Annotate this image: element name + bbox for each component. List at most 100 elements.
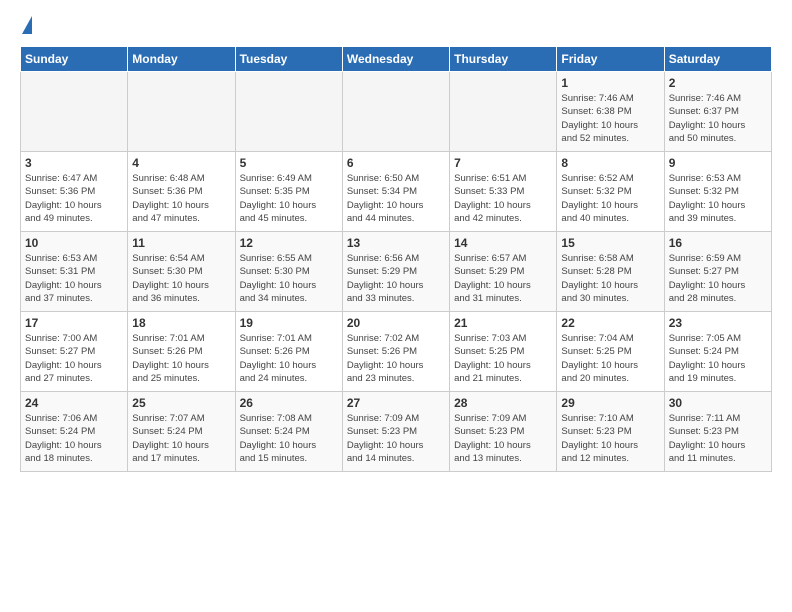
calendar-cell — [21, 72, 128, 152]
weekday-header-saturday: Saturday — [664, 47, 771, 72]
day-number: 6 — [347, 156, 445, 170]
calendar-cell: 16Sunrise: 6:59 AMSunset: 5:27 PMDayligh… — [664, 232, 771, 312]
calendar-cell: 13 Sunrise: 6:56 AMSunset: 5:29 PMDayligh… — [342, 232, 449, 312]
calendar-cell: 1 Sunrise: 7:46 AMSunset: 6:38 PMDaylight… — [557, 72, 664, 152]
day-number: 11 — [132, 236, 230, 250]
calendar-cell — [342, 72, 449, 152]
calendar-cell: 10Sunrise: 6:53 AMSunset: 5:31 PMDayligh… — [21, 232, 128, 312]
day-number: 25 — [132, 396, 230, 410]
day-number: 26 — [240, 396, 338, 410]
calendar-cell: 4 Sunrise: 6:48 AMSunset: 5:36 PMDaylight… — [128, 152, 235, 232]
day-info: Sunrise: 6:49 AMSunset: 5:35 PMDaylight:… — [240, 172, 338, 225]
day-info: Sunrise: 7:46 AMSunset: 6:38 PMDaylight:… — [561, 92, 659, 145]
weekday-header-sunday: Sunday — [21, 47, 128, 72]
day-number: 7 — [454, 156, 552, 170]
calendar-cell: 8 Sunrise: 6:52 AMSunset: 5:32 PMDaylight… — [557, 152, 664, 232]
day-number: 13 — [347, 236, 445, 250]
calendar-cell: 2 Sunrise: 7:46 AMSunset: 6:37 PMDaylight… — [664, 72, 771, 152]
day-number: 24 — [25, 396, 123, 410]
calendar-cell — [235, 72, 342, 152]
day-info: Sunrise: 7:00 AMSunset: 5:27 PMDaylight:… — [25, 332, 123, 385]
calendar-cell: 15 Sunrise: 6:58 AMSunset: 5:28 PMDayligh… — [557, 232, 664, 312]
logo — [20, 16, 32, 36]
day-info: Sunrise: 6:55 AMSunset: 5:30 PMDaylight:… — [240, 252, 338, 305]
calendar-cell: 7 Sunrise: 6:51 AMSunset: 5:33 PMDaylight… — [450, 152, 557, 232]
calendar-cell: 28 Sunrise: 7:09 AMSunset: 5:23 PMDayligh… — [450, 392, 557, 472]
calendar-cell — [128, 72, 235, 152]
day-number: 10 — [25, 236, 123, 250]
day-number: 5 — [240, 156, 338, 170]
day-number: 14 — [454, 236, 552, 250]
day-info: Sunrise: 7:01 AMSunset: 5:26 PMDaylight:… — [132, 332, 230, 385]
day-number: 8 — [561, 156, 659, 170]
calendar-cell: 27 Sunrise: 7:09 AMSunset: 5:23 PMDayligh… — [342, 392, 449, 472]
day-number: 27 — [347, 396, 445, 410]
logo-triangle-icon — [22, 16, 32, 34]
day-info: Sunrise: 7:06 AMSunset: 5:24 PMDaylight:… — [25, 412, 123, 465]
day-info: Sunrise: 7:02 AMSunset: 5:26 PMDaylight:… — [347, 332, 445, 385]
day-info: Sunrise: 7:08 AMSunset: 5:24 PMDaylight:… — [240, 412, 338, 465]
weekday-header-friday: Friday — [557, 47, 664, 72]
day-info: Sunrise: 7:09 AMSunset: 5:23 PMDaylight:… — [454, 412, 552, 465]
day-number: 20 — [347, 316, 445, 330]
calendar-cell: 29Sunrise: 7:10 AMSunset: 5:23 PMDayligh… — [557, 392, 664, 472]
day-info: Sunrise: 7:07 AMSunset: 5:24 PMDaylight:… — [132, 412, 230, 465]
weekday-header-wednesday: Wednesday — [342, 47, 449, 72]
day-info: Sunrise: 6:47 AMSunset: 5:36 PMDaylight:… — [25, 172, 123, 225]
calendar-week-row: 10Sunrise: 6:53 AMSunset: 5:31 PMDayligh… — [21, 232, 772, 312]
day-info: Sunrise: 7:05 AMSunset: 5:24 PMDaylight:… — [669, 332, 767, 385]
calendar-cell: 18 Sunrise: 7:01 AMSunset: 5:26 PMDayligh… — [128, 312, 235, 392]
calendar-cell: 11 Sunrise: 6:54 AMSunset: 5:30 PMDayligh… — [128, 232, 235, 312]
page: SundayMondayTuesdayWednesdayThursdayFrid… — [0, 0, 792, 612]
day-number: 23 — [669, 316, 767, 330]
day-number: 17 — [25, 316, 123, 330]
calendar-cell: 25 Sunrise: 7:07 AMSunset: 5:24 PMDayligh… — [128, 392, 235, 472]
day-info: Sunrise: 6:58 AMSunset: 5:28 PMDaylight:… — [561, 252, 659, 305]
calendar-cell: 30 Sunrise: 7:11 AMSunset: 5:23 PMDayligh… — [664, 392, 771, 472]
header — [20, 16, 772, 36]
day-number: 28 — [454, 396, 552, 410]
calendar-cell: 24 Sunrise: 7:06 AMSunset: 5:24 PMDayligh… — [21, 392, 128, 472]
day-number: 1 — [561, 76, 659, 90]
calendar-week-row: 17 Sunrise: 7:00 AMSunset: 5:27 PMDayligh… — [21, 312, 772, 392]
day-info: Sunrise: 7:04 AMSunset: 5:25 PMDaylight:… — [561, 332, 659, 385]
weekday-header-monday: Monday — [128, 47, 235, 72]
calendar-week-row: 1 Sunrise: 7:46 AMSunset: 6:38 PMDaylight… — [21, 72, 772, 152]
calendar-cell: 23 Sunrise: 7:05 AMSunset: 5:24 PMDayligh… — [664, 312, 771, 392]
day-info: Sunrise: 6:56 AMSunset: 5:29 PMDaylight:… — [347, 252, 445, 305]
day-info: Sunrise: 6:52 AMSunset: 5:32 PMDaylight:… — [561, 172, 659, 225]
day-info: Sunrise: 6:51 AMSunset: 5:33 PMDaylight:… — [454, 172, 552, 225]
day-number: 18 — [132, 316, 230, 330]
day-number: 2 — [669, 76, 767, 90]
calendar-cell: 14 Sunrise: 6:57 AMSunset: 5:29 PMDayligh… — [450, 232, 557, 312]
day-number: 19 — [240, 316, 338, 330]
day-info: Sunrise: 7:01 AMSunset: 5:26 PMDaylight:… — [240, 332, 338, 385]
day-number: 9 — [669, 156, 767, 170]
calendar-cell: 21Sunrise: 7:03 AMSunset: 5:25 PMDayligh… — [450, 312, 557, 392]
calendar-cell: 20 Sunrise: 7:02 AMSunset: 5:26 PMDayligh… — [342, 312, 449, 392]
weekday-header-thursday: Thursday — [450, 47, 557, 72]
day-info: Sunrise: 7:11 AMSunset: 5:23 PMDaylight:… — [669, 412, 767, 465]
day-number: 15 — [561, 236, 659, 250]
day-info: Sunrise: 7:46 AMSunset: 6:37 PMDaylight:… — [669, 92, 767, 145]
day-info: Sunrise: 7:09 AMSunset: 5:23 PMDaylight:… — [347, 412, 445, 465]
day-info: Sunrise: 6:53 AMSunset: 5:32 PMDaylight:… — [669, 172, 767, 225]
weekday-header-row: SundayMondayTuesdayWednesdayThursdayFrid… — [21, 47, 772, 72]
calendar-cell: 19 Sunrise: 7:01 AMSunset: 5:26 PMDayligh… — [235, 312, 342, 392]
day-number: 22 — [561, 316, 659, 330]
day-info: Sunrise: 6:57 AMSunset: 5:29 PMDaylight:… — [454, 252, 552, 305]
calendar-cell: 17 Sunrise: 7:00 AMSunset: 5:27 PMDayligh… — [21, 312, 128, 392]
day-info: Sunrise: 6:54 AMSunset: 5:30 PMDaylight:… — [132, 252, 230, 305]
day-info: Sunrise: 6:48 AMSunset: 5:36 PMDaylight:… — [132, 172, 230, 225]
calendar-header: SundayMondayTuesdayWednesdayThursdayFrid… — [21, 47, 772, 72]
calendar-week-row: 3Sunrise: 6:47 AMSunset: 5:36 PMDaylight… — [21, 152, 772, 232]
day-number: 30 — [669, 396, 767, 410]
calendar-body: 1 Sunrise: 7:46 AMSunset: 6:38 PMDaylight… — [21, 72, 772, 472]
day-number: 4 — [132, 156, 230, 170]
calendar-cell: 22 Sunrise: 7:04 AMSunset: 5:25 PMDayligh… — [557, 312, 664, 392]
day-number: 12 — [240, 236, 338, 250]
calendar-cell: 5 Sunrise: 6:49 AMSunset: 5:35 PMDaylight… — [235, 152, 342, 232]
day-info: Sunrise: 7:10 AMSunset: 5:23 PMDaylight:… — [561, 412, 659, 465]
day-number: 16 — [669, 236, 767, 250]
calendar-cell: 26 Sunrise: 7:08 AMSunset: 5:24 PMDayligh… — [235, 392, 342, 472]
